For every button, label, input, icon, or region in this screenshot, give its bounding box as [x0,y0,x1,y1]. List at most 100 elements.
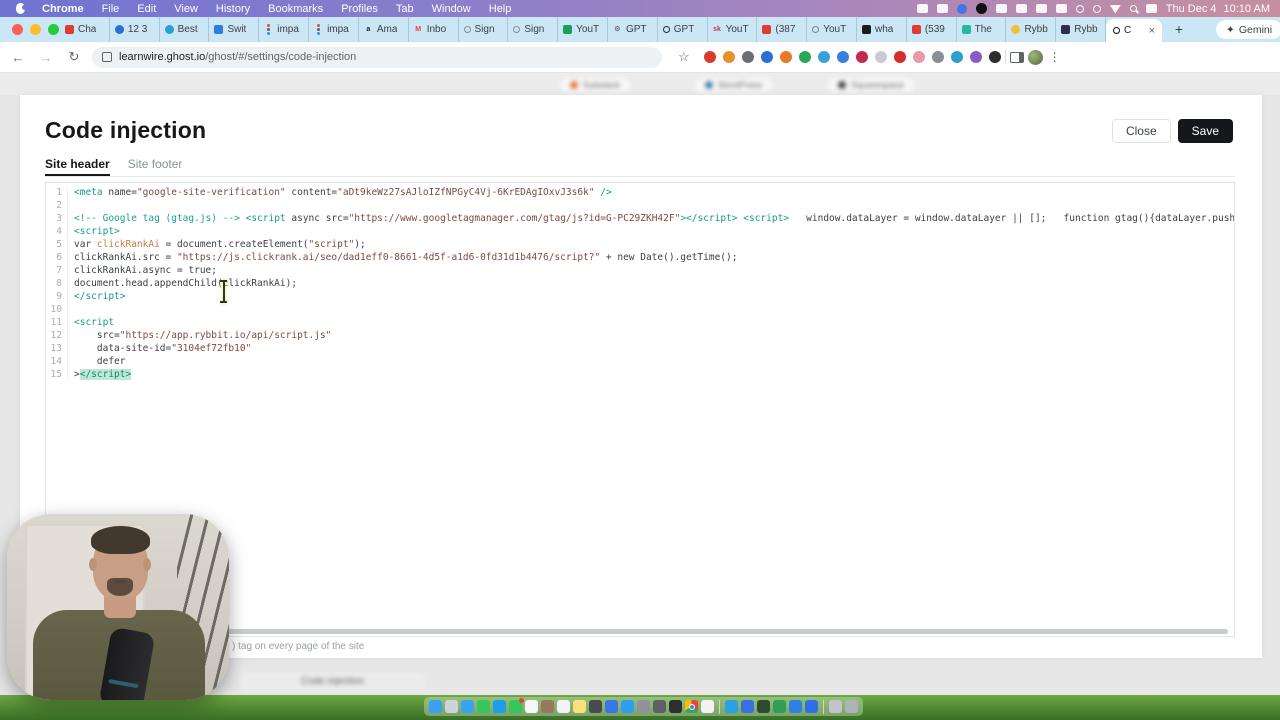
dock-minimized-window[interactable] [829,700,842,713]
editor-horizontal-scrollbar[interactable] [74,629,1228,634]
menu-item-edit[interactable]: Edit [128,3,165,15]
play-circle-icon[interactable] [1093,5,1101,13]
tab-site-header[interactable]: Site header [45,157,110,176]
ext-blue-circle-icon[interactable] [761,51,773,63]
ext-purple-v-icon[interactable] [970,51,982,63]
dock-safari[interactable] [461,700,474,713]
ext-list-icon[interactable] [875,51,887,63]
new-tab-button[interactable]: + [1170,21,1188,39]
ext-v-red-icon[interactable] [894,51,906,63]
dock-blue-app[interactable] [605,700,618,713]
dock-docs[interactable] [805,700,818,713]
user-switch-icon[interactable] [1146,4,1157,13]
close-window-button[interactable] [12,24,23,35]
dock-utility[interactable] [653,700,666,713]
dock-freeform[interactable] [701,700,714,713]
active-tab[interactable]: C × [1106,19,1162,42]
dock-device[interactable] [669,700,682,713]
dock-reminders[interactable] [557,700,570,713]
side-panel-icon[interactable] [1010,52,1024,63]
menu-item-window[interactable]: Window [423,3,480,15]
dock-app-store[interactable] [621,700,634,713]
dock-onedrive[interactable] [789,700,802,713]
dock-photos[interactable] [589,700,602,713]
browser-tab[interactable]: Rybb [1056,17,1106,42]
browser-tab[interactable]: impa [259,17,309,42]
browser-tab[interactable]: aAma [359,17,409,42]
save-button[interactable]: Save [1178,119,1233,143]
browser-menu-icon[interactable]: ⋮ [1049,50,1061,64]
dock-messages[interactable] [477,700,490,713]
dock-contacts[interactable] [541,700,554,713]
dock-launchpad[interactable] [445,700,458,713]
browser-tab[interactable]: 12 3 [110,17,160,42]
menu-item-profiles[interactable]: Profiles [332,3,387,15]
ext-blue-m-icon[interactable] [818,51,830,63]
forward-icon[interactable]: → [36,50,56,65]
shape-icon[interactable] [1016,4,1027,13]
browser-tab[interactable]: MInbo [409,17,459,42]
browser-tab[interactable]: Sign [508,17,558,42]
browser-tab[interactable]: (387 [757,17,807,42]
dock-widgets[interactable] [741,700,754,713]
dock-chrome[interactable] [685,700,698,713]
ext-pen-icon[interactable] [742,51,754,63]
maximize-window-button[interactable] [48,24,59,35]
menu-item-tab[interactable]: Tab [387,3,423,15]
browser-tab[interactable]: impa [309,17,359,42]
dock-mail[interactable] [493,700,506,713]
site-info-icon[interactable] [102,52,112,62]
browser-tab[interactable]: Rybb [1006,17,1056,42]
browser-tab[interactable]: Sign [459,17,509,42]
wifi-icon[interactable] [1110,4,1121,14]
address-bar[interactable]: learnwire.ghost.io/ghost/#/settings/code… [92,47,662,68]
dock-system-settings[interactable] [637,700,650,713]
apple-logo-icon[interactable] [16,3,25,14]
ext-pink-square-icon[interactable] [913,51,925,63]
dock-notes[interactable] [573,700,586,713]
dock-prime-video[interactable] [725,700,738,713]
ext-blue-doc-icon[interactable] [837,51,849,63]
menu-item-chrome[interactable]: Chrome [33,3,93,15]
ext-teal-drop-icon[interactable] [951,51,963,63]
dock-excel[interactable] [773,700,786,713]
reload-icon[interactable]: ↻ [64,49,84,65]
browser-tab[interactable]: ⚙GPT [608,17,658,42]
browser-tab[interactable]: (539 [907,17,957,42]
record-dot-icon[interactable] [1076,5,1084,13]
ext-red-pen-icon[interactable] [704,51,716,63]
search-icon[interactable] [1130,5,1137,12]
pill-icon[interactable] [1036,4,1047,13]
browser-tab[interactable]: skYouT [708,17,758,42]
menu-item-view[interactable]: View [165,3,207,15]
zoom-app-icon[interactable] [957,4,967,14]
ext-camera-icon[interactable] [932,51,944,63]
browser-tab[interactable]: The [957,17,1007,42]
ext-black-clip-icon[interactable] [989,51,1001,63]
close-button[interactable]: Close [1112,119,1171,143]
tab-site-footer[interactable]: Site footer [128,157,183,176]
browser-tab[interactable]: YouT [558,17,608,42]
grid-icon[interactable] [996,4,1007,13]
ext-orange-drop-icon[interactable] [780,51,792,63]
browser-tab[interactable]: wha [857,17,907,42]
profile-avatar[interactable] [1028,50,1043,65]
back-icon[interactable]: ← [8,50,28,65]
dock-calendar[interactable] [525,700,538,713]
screen-mirror-icon[interactable] [917,4,928,13]
browser-tab[interactable]: Best [160,17,210,42]
browser-tab[interactable]: YouT [807,17,857,42]
ext-green-circle-icon[interactable] [799,51,811,63]
ext-red-drop-icon[interactable] [856,51,868,63]
tab-close-icon[interactable]: × [1149,25,1155,37]
browser-tab[interactable]: Swit [209,17,259,42]
browser-tab[interactable]: Cha [60,17,110,42]
gemini-button[interactable]: ✦ Gemini [1216,20,1280,39]
browser-tab[interactable]: GPT [658,17,708,42]
menu-item-help[interactable]: Help [480,3,521,15]
dock-dark-green-app[interactable] [757,700,770,713]
camera-record-icon[interactable] [1056,4,1067,13]
menu-item-bookmarks[interactable]: Bookmarks [259,3,332,15]
display-icon[interactable] [937,4,948,13]
minimize-window-button[interactable] [30,24,41,35]
